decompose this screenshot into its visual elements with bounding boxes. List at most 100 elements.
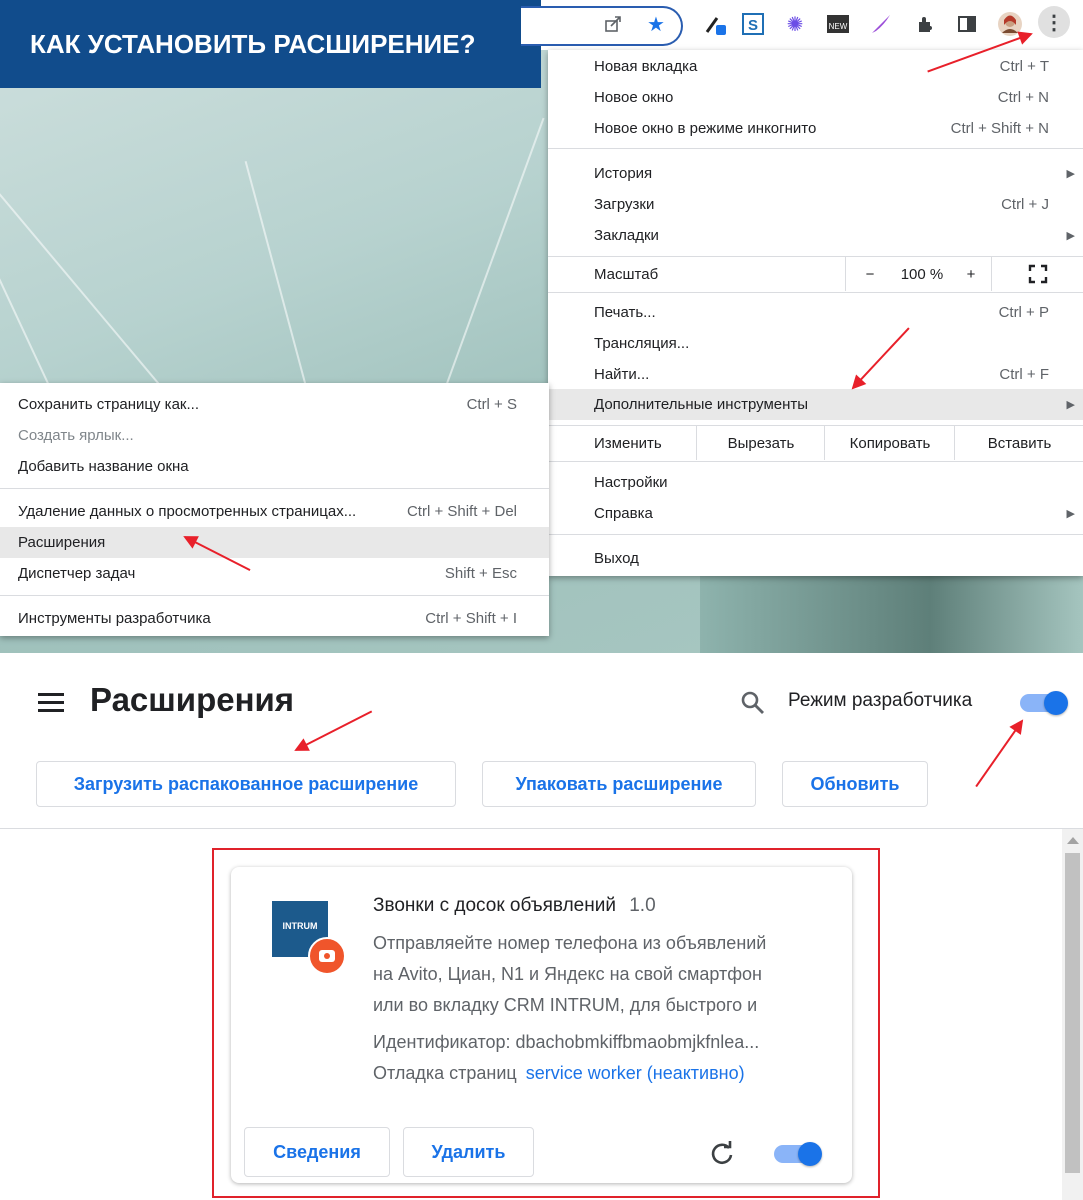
bookmark-star-icon[interactable]: ★ bbox=[642, 10, 670, 38]
menu-item-print[interactable]: Печать... Ctrl + P bbox=[548, 297, 1083, 328]
scrollbar-track[interactable] bbox=[1062, 829, 1083, 1200]
annotation-arrow bbox=[975, 720, 1023, 788]
chrome-main-menu: Новая вкладка Ctrl + T Новое окно Ctrl + N… bbox=[548, 50, 1083, 576]
description-line: на Avito, Циан, N1 и Яндекс на свой смар… bbox=[373, 964, 762, 984]
submenu-item-create-shortcut[interactable]: Создать ярлык... bbox=[0, 420, 549, 451]
menu-item-settings[interactable]: Настройки bbox=[548, 467, 1083, 498]
menu-item-shortcut: Ctrl + P bbox=[998, 304, 1049, 321]
menu-divider bbox=[548, 534, 1083, 535]
menu-item-label: Создать ярлык... bbox=[18, 427, 134, 444]
new-extension-icon[interactable]: NEW bbox=[824, 10, 852, 38]
extension-version: 1.0 bbox=[629, 895, 656, 916]
banner-title: КАК УСТАНОВИТЬ РАСШИРЕНИЕ? bbox=[30, 28, 476, 59]
menu-item-shortcut: Ctrl + Shift + I bbox=[425, 610, 517, 627]
menu-divider bbox=[548, 148, 1083, 149]
update-button[interactable]: Обновить bbox=[782, 761, 928, 807]
inspect-views-label: Отладка страниц bbox=[373, 1063, 517, 1083]
menu-item-shortcut: Ctrl + S bbox=[466, 396, 517, 413]
extension-name: Звонки с досок объявлений bbox=[373, 895, 616, 916]
zoom-in-button[interactable]: + bbox=[951, 257, 991, 291]
menu-item-label: Найти... bbox=[594, 366, 650, 383]
record-badge-icon bbox=[308, 937, 346, 975]
reload-icon[interactable] bbox=[709, 1140, 735, 1171]
service-worker-link[interactable]: service worker (неактивно) bbox=[526, 1063, 745, 1083]
cut-button[interactable]: Вырезать bbox=[696, 426, 825, 460]
menu-item-incognito[interactable]: Новое окно в режиме инкогнито Ctrl + Shif… bbox=[548, 113, 1083, 144]
flower-extension-icon[interactable]: ✺ bbox=[781, 10, 809, 38]
scrollbar-thumb[interactable] bbox=[1065, 853, 1080, 1173]
menu-item-bookmarks[interactable]: Закладки ▶ bbox=[548, 220, 1083, 251]
remove-button[interactable]: Удалить bbox=[403, 1127, 534, 1177]
pen-extension-icon[interactable] bbox=[701, 10, 729, 38]
extension-enable-toggle[interactable] bbox=[774, 1142, 822, 1166]
extensions-page: Расширения Режим разработчика Загрузить … bbox=[0, 653, 1083, 1200]
menu-item-shortcut: Ctrl + Shift + N bbox=[950, 120, 1049, 137]
menu-divider bbox=[0, 595, 549, 596]
paste-label: Вставить bbox=[987, 434, 1052, 452]
submenu-arrow-icon: ▶ bbox=[1066, 230, 1075, 242]
zoom-out-label: − bbox=[865, 265, 875, 283]
s-extension-icon[interactable]: S bbox=[739, 10, 767, 38]
zoom-value-text: 100 % bbox=[900, 265, 944, 283]
dev-mode-label: Режим разработчика bbox=[788, 690, 973, 711]
submenu-arrow-icon: ▶ bbox=[1066, 508, 1075, 520]
scroll-up-icon[interactable] bbox=[1067, 837, 1079, 844]
share-icon[interactable] bbox=[599, 10, 627, 38]
annotation-arrow bbox=[295, 710, 373, 751]
logo-text: INTRUM bbox=[282, 921, 318, 931]
menu-item-help[interactable]: Справка ▶ bbox=[548, 498, 1083, 529]
extension-card: INTRUM Звонки с досок объявлений 1.0 Отп… bbox=[231, 867, 852, 1183]
menu-item-new-window[interactable]: Новое окно Ctrl + N bbox=[548, 82, 1083, 113]
menu-item-label: История bbox=[594, 165, 653, 182]
copy-button[interactable]: Копировать bbox=[824, 426, 955, 460]
submenu-item-name-window[interactable]: Добавить название окна bbox=[0, 451, 549, 482]
background-wisp bbox=[440, 117, 545, 401]
menu-item-find[interactable]: Найти... Ctrl + F bbox=[548, 359, 1083, 390]
dev-mode-toggle[interactable] bbox=[1020, 691, 1068, 715]
search-icon[interactable] bbox=[740, 690, 766, 721]
menu-item-label: Сохранить страницу как... bbox=[18, 396, 199, 413]
menu-item-history[interactable]: История ▶ bbox=[548, 158, 1083, 189]
svg-text:NEW: NEW bbox=[829, 22, 848, 31]
extension-name-row: Звонки с досок объявлений 1.0 bbox=[373, 895, 656, 917]
submenu-item-save-page[interactable]: Сохранить страницу как... Ctrl + S bbox=[0, 389, 549, 420]
inspect-views-row: Отладка страниц service worker (неактивн… bbox=[373, 1063, 745, 1084]
submenu-item-clear-data[interactable]: Удаление данных о просмотренных страница… bbox=[0, 496, 549, 527]
fullscreen-button[interactable] bbox=[991, 257, 1083, 291]
menu-item-cast[interactable]: Трансляция... bbox=[548, 328, 1083, 359]
load-unpacked-button[interactable]: Загрузить распакованное расширение bbox=[36, 761, 456, 807]
menu-item-downloads[interactable]: Загрузки Ctrl + J bbox=[548, 189, 1083, 220]
menu-item-shortcut: Ctrl + F bbox=[999, 366, 1049, 383]
hamburger-menu-icon[interactable] bbox=[38, 693, 64, 713]
zoom-label: Масштаб bbox=[594, 265, 659, 283]
more-vert-icon[interactable]: ⋮ bbox=[1038, 6, 1070, 38]
submenu-item-task-manager[interactable]: Диспетчер задач Shift + Esc bbox=[0, 558, 549, 589]
paste-button[interactable]: Вставить bbox=[954, 426, 1083, 460]
menu-item-more-tools[interactable]: Дополнительные инструменты ▶ bbox=[548, 389, 1083, 420]
header-divider bbox=[0, 828, 1083, 829]
menu-item-exit[interactable]: Выход bbox=[548, 543, 1083, 574]
pack-extension-button[interactable]: Упаковать расширение bbox=[482, 761, 756, 807]
submenu-item-extensions[interactable]: Расширения bbox=[0, 527, 549, 558]
side-panel-icon[interactable] bbox=[953, 10, 981, 38]
menu-item-shortcut: Shift + Esc bbox=[444, 565, 517, 582]
feather-extension-icon[interactable] bbox=[867, 10, 895, 38]
background-stem bbox=[700, 575, 1083, 653]
submenu-item-devtools[interactable]: Инструменты разработчика Ctrl + Shift + I bbox=[0, 603, 549, 634]
details-button[interactable]: Сведения bbox=[244, 1127, 390, 1177]
menu-item-label: Диспетчер задач bbox=[18, 565, 136, 582]
zoom-out-button[interactable]: − bbox=[845, 257, 894, 291]
submenu-arrow-icon: ▶ bbox=[1066, 399, 1075, 411]
menu-item-shortcut: Ctrl + Shift + Del bbox=[406, 503, 517, 520]
edit-label: Изменить bbox=[594, 434, 662, 452]
menu-item-new-tab[interactable]: Новая вкладка Ctrl + T bbox=[548, 51, 1083, 82]
menu-divider bbox=[0, 488, 549, 489]
zoom-in-label: + bbox=[966, 265, 976, 283]
menu-divider bbox=[548, 292, 1083, 293]
menu-item-label: Новое окно в режиме инкогнито bbox=[594, 120, 817, 137]
extension-id: Идентификатор: dbachobmkiffbmaobmjkfnlea… bbox=[373, 1032, 760, 1052]
menu-item-shortcut: Ctrl + J bbox=[1001, 196, 1049, 213]
page-banner: КАК УСТАНОВИТЬ РАСШИРЕНИЕ? bbox=[0, 0, 541, 88]
puzzle-icon[interactable] bbox=[911, 10, 939, 38]
description-line: Отправляейте номер телефона из объявлени… bbox=[373, 933, 767, 953]
